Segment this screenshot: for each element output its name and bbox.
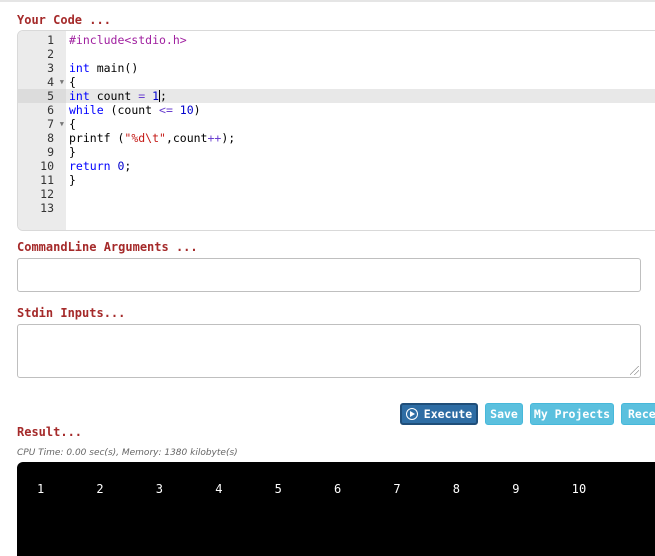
code-token: <=	[159, 103, 173, 117]
code-token: (count	[103, 103, 160, 117]
execution-stats: CPU Time: 0.00 sec(s), Memory: 1380 kilo…	[17, 448, 238, 458]
line-number: 7 ▼	[18, 117, 66, 131]
execute-button[interactable]: Execute	[400, 403, 478, 425]
code-token: main()	[89, 61, 139, 75]
fold-arrow-icon[interactable]: ▼	[60, 117, 64, 131]
line-number-gutter: 1 2 3 4 ▼ 5 6 7 ▼ 8 9 10 11 12 13	[18, 31, 66, 230]
line-number-text: 10	[40, 159, 54, 173]
line-number: 10	[18, 159, 66, 173]
line-number: 8	[18, 131, 66, 145]
stdin-input[interactable]	[17, 324, 641, 378]
code-line[interactable]: {	[69, 75, 76, 89]
code-text-area[interactable]: #include<stdio.h> int main(){int count = …	[66, 31, 655, 230]
line-number: 3	[18, 61, 66, 75]
line-number-text: 9	[47, 145, 54, 159]
my-projects-button-label: My Projects	[533, 407, 611, 421]
code-token: }	[69, 145, 76, 159]
line-number: 9	[18, 145, 66, 159]
code-token: ,count	[165, 131, 208, 145]
line-number-text: 6	[47, 103, 54, 117]
code-runner-page: Your Code ... 1 2 3 4 ▼ 5 6 7 ▼ 8 9 10 11 12 13 #inclu…	[0, 0, 655, 556]
line-number-text: 8	[47, 131, 54, 145]
code-line[interactable]: #include<stdio.h>	[69, 33, 187, 47]
code-token: return	[69, 159, 111, 173]
code-line[interactable]: int main()	[69, 61, 138, 75]
line-number: 4 ▼	[18, 75, 66, 89]
line-number-text: 2	[47, 47, 54, 61]
line-number: 5	[18, 89, 66, 103]
line-number-text: 5	[47, 89, 54, 103]
fold-arrow-icon[interactable]: ▼	[60, 75, 64, 89]
line-number: 12	[18, 187, 66, 201]
execute-button-label: Execute	[423, 407, 473, 421]
code-token: count	[89, 89, 139, 103]
line-number-text: 13	[40, 201, 54, 215]
code-token: }	[69, 173, 76, 187]
line-number-text: 3	[47, 61, 54, 75]
code-token: 1	[145, 89, 160, 103]
textarea-resize-handle[interactable]	[630, 366, 639, 375]
result-section-label: Result...	[17, 425, 83, 439]
code-token: int	[69, 89, 90, 103]
code-token: {	[69, 75, 76, 89]
code-token: ;	[124, 159, 132, 173]
code-token: 10	[172, 103, 194, 117]
line-number-text: 12	[40, 187, 54, 201]
code-token: ;	[160, 89, 167, 103]
code-token: "%d\t"	[124, 131, 166, 145]
save-button-label: Save	[490, 407, 518, 421]
code-token: while	[69, 103, 104, 117]
line-number: 1	[18, 33, 66, 47]
code-token: {	[69, 117, 76, 131]
code-token: 0	[110, 159, 125, 173]
stdin-section-label: Stdin Inputs...	[17, 306, 126, 320]
output-console: 1 2 3 4 5 6 7 8 9 10	[17, 462, 655, 556]
program-output: 1 2 3 4 5 6 7 8 9 10	[37, 482, 587, 496]
recent-button[interactable]: Recent	[621, 403, 655, 425]
code-token: printf (	[69, 131, 125, 145]
play-circle-icon	[405, 408, 418, 420]
line-number-text: 11	[40, 173, 54, 187]
code-token: int	[69, 61, 90, 75]
command-line-args-input[interactable]	[17, 258, 641, 292]
save-button[interactable]: Save	[485, 403, 523, 425]
code-line[interactable]: }	[69, 173, 76, 187]
my-projects-button[interactable]: My Projects	[530, 403, 614, 425]
line-number: 13	[18, 201, 66, 215]
code-line[interactable]: }	[69, 145, 76, 159]
line-number-text: 4	[47, 75, 54, 89]
line-number: 6	[18, 103, 66, 117]
recent-button-label: Recent	[628, 407, 655, 421]
line-number: 2	[18, 47, 66, 61]
args-section-label: CommandLine Arguments ...	[17, 240, 198, 254]
line-number: 11	[18, 173, 66, 187]
code-token: ++	[207, 131, 222, 145]
code-line[interactable]: int count = 1;	[69, 89, 167, 103]
code-line[interactable]: return 0;	[69, 159, 131, 173]
code-line[interactable]: while (count <= 10)	[69, 103, 201, 117]
code-token: )	[193, 103, 201, 117]
code-token: #include<stdio.h>	[69, 33, 187, 47]
code-line[interactable]: {	[69, 117, 76, 131]
code-line[interactable]: printf ("%d\t",count++);	[69, 131, 235, 145]
code-section-label: Your Code ...	[17, 13, 111, 27]
code-editor[interactable]: 1 2 3 4 ▼ 5 6 7 ▼ 8 9 10 11 12 13 #include<stdio.h> int…	[17, 30, 655, 231]
line-number-text: 1	[47, 33, 54, 47]
code-token: );	[221, 131, 236, 145]
line-number-text: 7	[47, 117, 54, 131]
